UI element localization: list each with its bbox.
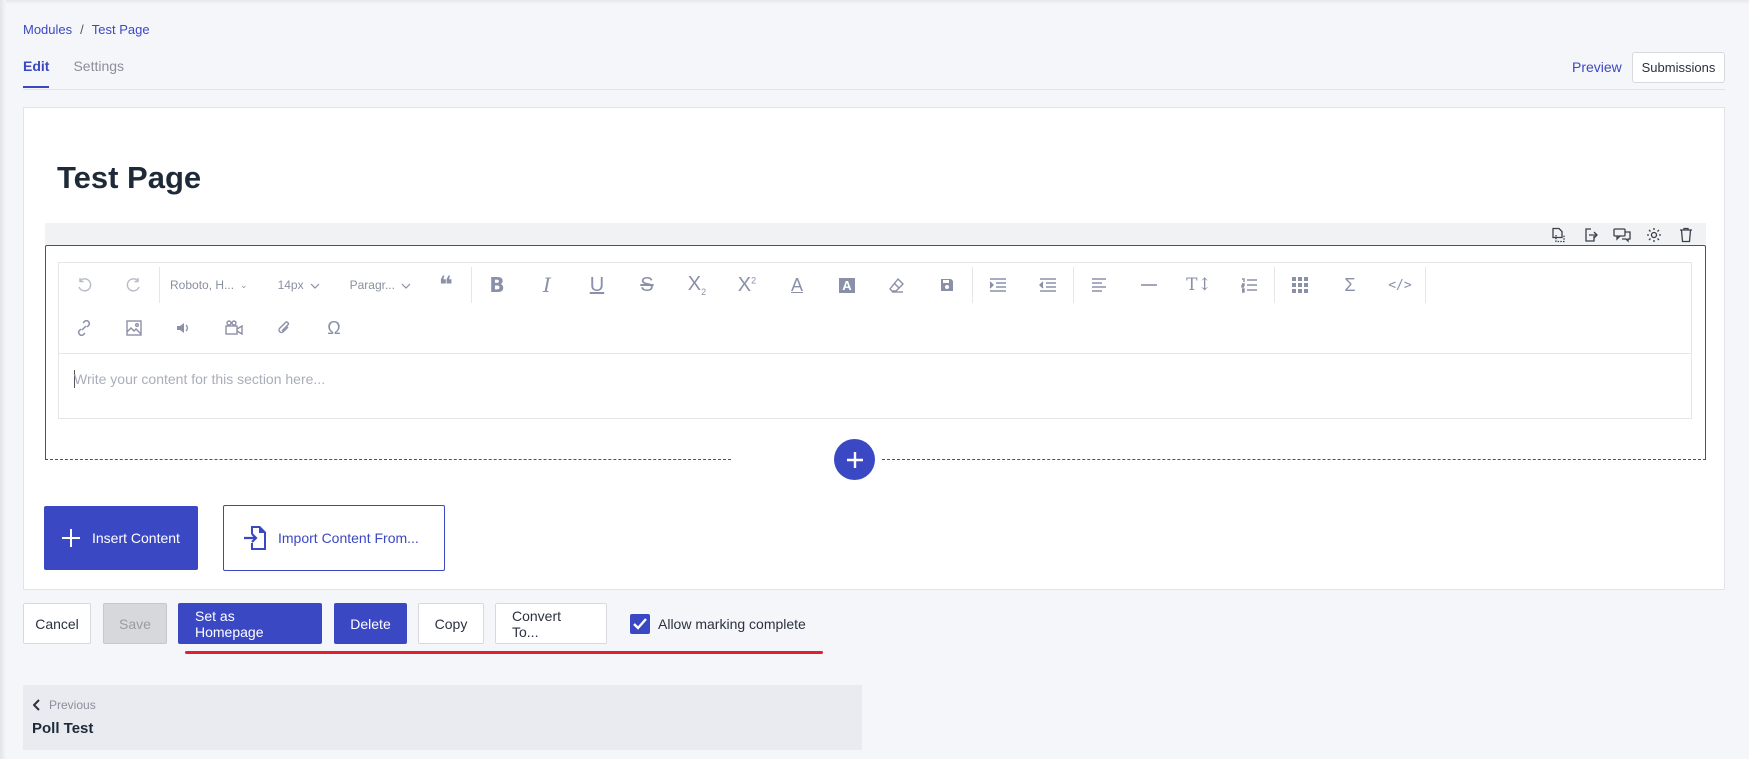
bold-icon[interactable]: B bbox=[472, 263, 522, 307]
plus-icon bbox=[62, 529, 80, 547]
breadcrumb: Modules / Test Page bbox=[23, 22, 150, 37]
insert-content-button[interactable]: Insert Content bbox=[44, 506, 198, 570]
preview-link[interactable]: Preview bbox=[1572, 59, 1622, 75]
chevron-down-icon bbox=[310, 278, 320, 292]
save-icon[interactable] bbox=[922, 263, 972, 307]
cancel-button[interactable]: Cancel bbox=[23, 603, 91, 644]
superscript-icon[interactable]: X2 bbox=[722, 263, 772, 307]
italic-icon[interactable]: I bbox=[522, 263, 572, 307]
image-icon[interactable] bbox=[109, 306, 159, 350]
highlight-icon[interactable]: A bbox=[822, 263, 872, 307]
insert-content-label: Insert Content bbox=[92, 530, 180, 546]
table-icon[interactable] bbox=[1275, 263, 1325, 307]
eraser-icon[interactable] bbox=[872, 263, 922, 307]
section-divider-left bbox=[45, 459, 731, 460]
submissions-button[interactable]: Submissions bbox=[1632, 52, 1725, 83]
editor-placeholder: Write your content for this section here… bbox=[74, 371, 326, 387]
previous-page-link[interactable]: Previous Poll Test bbox=[23, 685, 862, 750]
tab-bar: Edit Settings bbox=[23, 58, 124, 88]
page-title[interactable]: Test Page bbox=[57, 160, 201, 196]
content-editor[interactable]: Write your content for this section here… bbox=[58, 353, 1692, 419]
code-icon[interactable]: </> bbox=[1375, 263, 1425, 307]
attachment-icon[interactable] bbox=[259, 306, 309, 350]
numbered-list-icon[interactable] bbox=[1224, 263, 1274, 307]
previous-label: Previous bbox=[49, 698, 96, 712]
block-format-value: Paragr... bbox=[349, 278, 395, 292]
gear-icon[interactable] bbox=[1644, 225, 1664, 245]
tab-settings[interactable]: Settings bbox=[73, 58, 124, 88]
horizontal-rule-icon[interactable] bbox=[1124, 263, 1174, 307]
underline-icon[interactable]: U bbox=[572, 263, 622, 307]
quote-icon[interactable]: ❝ bbox=[421, 263, 471, 307]
font-family-value: Roboto, H... bbox=[170, 278, 235, 292]
rich-text-toolbar: Roboto, H... ⌄ 14px Paragr... ❝ B I U S bbox=[58, 262, 1692, 353]
import-file-icon bbox=[244, 526, 266, 550]
section-divider-right bbox=[882, 459, 1706, 460]
text-color-icon[interactable]: A bbox=[772, 263, 822, 307]
chevron-down-icon bbox=[401, 278, 411, 292]
allow-marking-complete-toggle[interactable]: Allow marking complete bbox=[630, 613, 806, 634]
page-editor-card: Test Page Roboto, H... ⌄ 14px Paragr... … bbox=[23, 107, 1725, 590]
breadcrumb-current[interactable]: Test Page bbox=[92, 22, 150, 37]
font-family-select[interactable]: Roboto, H... ⌄ bbox=[160, 263, 258, 307]
font-size-value: 14px bbox=[277, 278, 304, 292]
video-icon[interactable] bbox=[209, 306, 259, 350]
line-height-icon[interactable]: T↕ bbox=[1174, 263, 1224, 307]
delete-button[interactable]: Delete bbox=[334, 603, 407, 644]
checkmark-icon bbox=[633, 617, 647, 630]
import-content-button[interactable]: Import Content From... bbox=[223, 505, 445, 571]
annotation-underline bbox=[185, 651, 823, 654]
copy-button[interactable]: Copy bbox=[418, 603, 484, 644]
previous-label-row: Previous bbox=[33, 698, 96, 712]
save-button[interactable]: Save bbox=[103, 603, 167, 644]
font-size-select[interactable]: 14px bbox=[258, 263, 330, 307]
chevron-left-icon bbox=[33, 699, 40, 711]
align-left-icon[interactable] bbox=[1074, 263, 1124, 307]
audio-icon[interactable] bbox=[159, 306, 209, 350]
link-icon[interactable] bbox=[59, 306, 109, 350]
breadcrumb-modules-link[interactable]: Modules bbox=[23, 22, 72, 37]
tab-edit[interactable]: Edit bbox=[23, 58, 50, 88]
copy-section-icon[interactable] bbox=[1548, 225, 1568, 245]
set-homepage-button[interactable]: Set as Homepage bbox=[178, 603, 322, 644]
redo-icon[interactable] bbox=[109, 263, 159, 307]
subscript-icon[interactable]: X2 bbox=[672, 263, 722, 307]
strikethrough-icon[interactable]: S bbox=[622, 263, 672, 307]
allow-marking-complete-label: Allow marking complete bbox=[658, 615, 806, 632]
section-toolbar bbox=[45, 223, 1706, 245]
toolbar-separator bbox=[1424, 267, 1426, 303]
import-content-label: Import Content From... bbox=[278, 530, 419, 546]
trash-icon[interactable] bbox=[1676, 225, 1696, 245]
omega-icon[interactable]: Ω bbox=[309, 306, 359, 350]
breadcrumb-separator: / bbox=[80, 22, 84, 37]
chevron-down-icon: ⌄ bbox=[240, 279, 248, 290]
indent-icon[interactable] bbox=[973, 263, 1023, 307]
previous-page-title: Poll Test bbox=[32, 720, 94, 737]
allow-marking-complete-checkbox[interactable] bbox=[630, 613, 650, 634]
action-bar: Cancel Save Set as Homepage Delete Copy … bbox=[23, 603, 806, 644]
convert-to-button[interactable]: Convert To... bbox=[495, 603, 607, 644]
outdent-icon[interactable] bbox=[1023, 263, 1073, 307]
comments-icon[interactable] bbox=[1612, 225, 1632, 245]
block-format-select[interactable]: Paragr... bbox=[330, 263, 421, 307]
tabs-divider bbox=[23, 89, 1725, 90]
export-icon[interactable] bbox=[1580, 225, 1600, 245]
undo-icon[interactable] bbox=[59, 263, 109, 307]
sigma-icon[interactable]: Σ bbox=[1325, 263, 1375, 307]
add-section-button[interactable] bbox=[834, 439, 875, 480]
